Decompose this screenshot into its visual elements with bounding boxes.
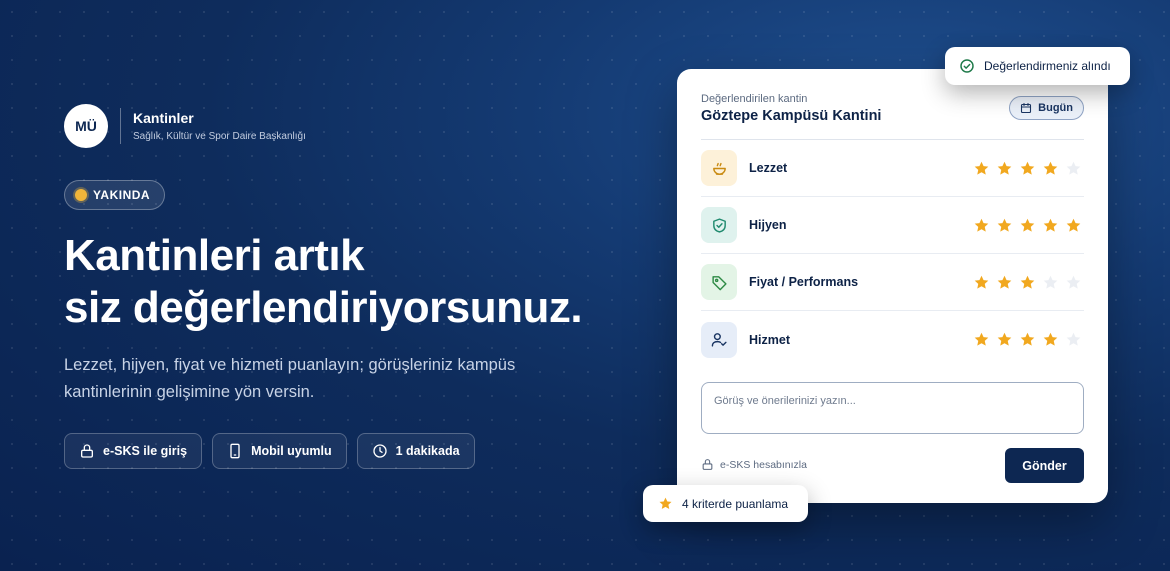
check-circle-icon xyxy=(960,59,974,73)
star-icon[interactable] xyxy=(996,331,1013,348)
star-icon[interactable] xyxy=(996,160,1013,177)
star-icon xyxy=(659,497,672,509)
star-icon[interactable] xyxy=(1065,160,1082,177)
star-icon[interactable] xyxy=(973,160,990,177)
badge-label: YAKINDA xyxy=(93,188,151,202)
brand-name: Kantinler xyxy=(133,110,194,126)
criterion-row-service: Hizmet xyxy=(701,311,1084,368)
star-icon[interactable] xyxy=(1065,331,1082,348)
criterion-icon-box xyxy=(701,321,737,358)
star-rating[interactable] xyxy=(973,331,1082,348)
feature-chips: e-SKS ile giriş Mobil uyumlu 1 dakikada xyxy=(64,433,475,469)
star-icon[interactable] xyxy=(1042,274,1059,291)
card-header: Değerlendirilen kantin Göztepe Kampüsü K… xyxy=(701,93,1084,124)
feature-chip-esks: e-SKS ile giriş xyxy=(64,433,203,469)
login-note: e-SKS hesabınızla xyxy=(701,458,807,471)
star-icon[interactable] xyxy=(1019,160,1036,177)
hero-subtitle-line-2: kantinlerinin gelişimine yön versin. xyxy=(64,383,315,401)
rating-card: Değerlendirilen kantin Göztepe Kampüsü K… xyxy=(677,69,1108,503)
brand: MÜ Kantinler Sağlık, Kültür ve Spor Dair… xyxy=(64,104,306,148)
star-icon[interactable] xyxy=(973,217,990,234)
hero-title: Kantinleri artık siz değerlendiriyorsunu… xyxy=(64,230,624,334)
brand-divider xyxy=(120,108,121,144)
star-icon[interactable] xyxy=(1042,160,1059,177)
hero-title-line-1: Kantinleri artık xyxy=(64,231,365,280)
criterion-row-price: Fiyat / Performans xyxy=(701,254,1084,311)
hero-subtitle-line-1: Lezzet, hijyen, fiyat ve hizmeti puanlay… xyxy=(64,356,516,374)
criterion-label: Hizmet xyxy=(749,332,790,347)
criterion-label: Lezzet xyxy=(749,161,788,175)
feature-chip-duration: 1 dakikada xyxy=(356,433,475,469)
brand-text: Kantinler Sağlık, Kültür ve Spor Daire B… xyxy=(133,110,306,142)
brand-subtitle: Sağlık, Kültür ve Spor Daire Başkanlığı xyxy=(133,131,306,142)
success-toast: Değerlendirmeniz alındı xyxy=(945,47,1130,85)
star-icon[interactable] xyxy=(1065,217,1082,234)
smartphone-icon xyxy=(230,443,240,459)
brand-logo: MÜ xyxy=(64,104,108,148)
feature-chip-label: e-SKS ile giriş xyxy=(103,444,188,458)
star-icon[interactable] xyxy=(1019,331,1036,348)
tag-icon xyxy=(711,275,727,290)
star-rating[interactable] xyxy=(973,217,1082,234)
criterion-icon-box xyxy=(701,150,737,186)
criterion-row-hygiene: Hijyen xyxy=(701,197,1084,254)
comment-input[interactable] xyxy=(701,382,1084,434)
lock-icon xyxy=(702,459,713,470)
star-icon[interactable] xyxy=(973,274,990,291)
star-icon[interactable] xyxy=(996,217,1013,234)
submit-button[interactable]: Gönder xyxy=(1005,448,1084,483)
criterion-icon-box xyxy=(701,264,737,300)
lock-icon xyxy=(81,444,93,458)
toast-text: Değerlendirmeniz alındı xyxy=(984,59,1111,73)
login-note-text: e-SKS hesabınızla xyxy=(720,458,807,471)
hero-subtitle: Lezzet, hijyen, fiyat ve hizmeti puanlay… xyxy=(64,352,534,406)
clock-icon xyxy=(372,444,387,458)
star-icon[interactable] xyxy=(1065,274,1082,291)
user-check-icon xyxy=(711,333,727,347)
star-icon[interactable] xyxy=(996,274,1013,291)
star-rating[interactable] xyxy=(973,160,1082,177)
feature-chip-label: 1 dakikada xyxy=(395,444,460,458)
badge-dot-icon xyxy=(75,189,87,201)
criterion-label: Fiyat / Performans xyxy=(749,275,859,289)
pill-text: 4 kriterde puanlama xyxy=(682,496,789,511)
star-icon[interactable] xyxy=(1042,331,1059,348)
star-icon[interactable] xyxy=(1019,217,1036,234)
criteria-list: Lezzet Hijyen Fiyat / Performans Hizmet xyxy=(701,140,1084,368)
criterion-label: Hijyen xyxy=(749,218,787,232)
shield-check-icon xyxy=(712,217,726,233)
coming-soon-badge: YAKINDA xyxy=(64,180,166,210)
star-icon[interactable] xyxy=(1019,274,1036,291)
date-button-label: Bugün xyxy=(1038,102,1073,114)
criterion-icon-box xyxy=(701,207,737,243)
star-icon[interactable] xyxy=(973,331,990,348)
criterion-row-taste: Lezzet xyxy=(701,140,1084,197)
bowl-icon xyxy=(712,162,726,175)
star-rating[interactable] xyxy=(973,274,1082,291)
date-button[interactable]: Bugün xyxy=(1009,96,1084,120)
star-icon[interactable] xyxy=(1042,217,1059,234)
calendar-icon xyxy=(1021,102,1032,114)
criteria-count-pill: 4 kriterde puanlama xyxy=(643,485,808,522)
hero-title-line-2: siz değerlendiriyorsunuz. xyxy=(64,283,583,332)
feature-chip-label: Mobil uyumlu xyxy=(251,444,332,458)
feature-chip-mobile: Mobil uyumlu xyxy=(212,433,347,469)
